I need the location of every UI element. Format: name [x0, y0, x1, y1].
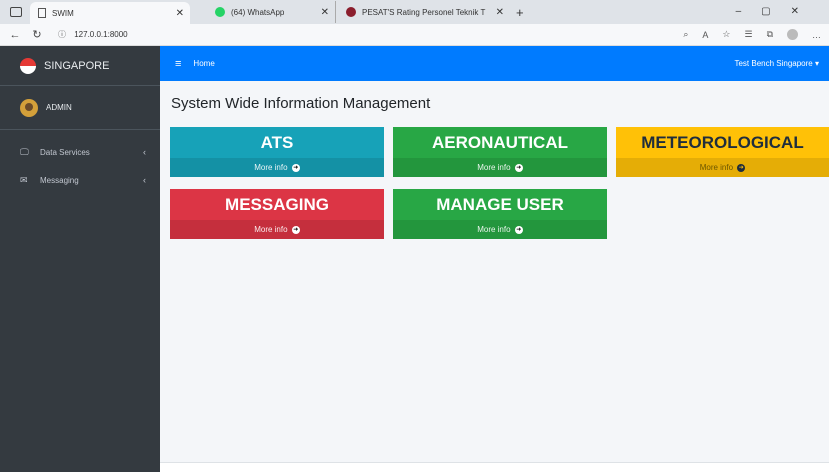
sidebar-item-messaging[interactable]: ✉ Messaging ‹ — [0, 168, 160, 192]
toolbar-icons: ⌕ A ☆ ☰ ⧉ … — [683, 29, 821, 40]
read-aloud-icon[interactable]: A — [702, 30, 708, 40]
manage-user-box: MANAGE USER More info ➜ — [393, 189, 607, 239]
sidebar-item-label: Data Services — [40, 147, 90, 157]
favorite-icon[interactable]: ☆ — [722, 29, 730, 40]
sidebar-item-data-services[interactable]: 🖵 Data Services ‹ — [0, 140, 160, 164]
browser-tab-pesat[interactable]: PESAT'S Rating Personel Teknik T ✕ — [335, 1, 510, 23]
sidebar-item-label: Messaging — [40, 175, 79, 185]
arrow-circle-right-icon: ➜ — [514, 225, 523, 234]
window-controls[interactable]: –▢✕ — [736, 6, 819, 17]
arrow-circle-right-icon: ➜ — [291, 225, 300, 234]
account-label: Test Bench Singapore — [734, 59, 813, 68]
menu-icon[interactable]: ≡ — [175, 58, 181, 70]
refresh-icon[interactable]: ↻ — [30, 28, 44, 41]
monitor-icon: 🖵 — [20, 147, 29, 157]
brand-text: SINGAPORE — [44, 59, 110, 72]
info-icon[interactable]: ⓘ — [58, 30, 66, 39]
user-name: ADMIN — [46, 103, 72, 112]
account-dropdown[interactable]: Test Bench Singapore ▾ — [734, 59, 819, 68]
more-info-link[interactable]: More info ➜ — [170, 220, 384, 239]
more-info-link[interactable]: More info ➜ — [393, 158, 607, 177]
messaging-box: MESSAGING More info ➜ — [170, 189, 384, 239]
user-panel[interactable]: ADMIN — [0, 86, 160, 130]
tab-label: PESAT'S Rating Personel Teknik T — [362, 7, 486, 17]
profile-icon[interactable] — [787, 29, 798, 40]
more-info-label: More info — [254, 163, 288, 172]
chevron-left-icon: ‹ — [143, 147, 146, 157]
ats-box: ATS More info ➜ — [170, 127, 384, 177]
whatsapp-icon — [215, 7, 225, 17]
page-footer — [160, 462, 829, 472]
url-field[interactable]: ⓘ 127.0.0.1:8000 — [58, 29, 128, 40]
box-title: MANAGE USER — [436, 195, 564, 214]
main-content: System Wide Information Management ATS M… — [160, 81, 829, 472]
more-info-link[interactable]: More info ➜ — [393, 220, 607, 239]
arrow-circle-right-icon: ➜ — [291, 163, 300, 172]
browser-tab-swim[interactable]: SWIM ✕ — [30, 2, 190, 24]
close-icon[interactable]: ✕ — [321, 7, 329, 18]
more-info-label: More info — [477, 225, 511, 234]
meteorological-box: METEOROLOGICAL More info ➜ — [616, 127, 829, 177]
box-title: METEOROLOGICAL — [641, 133, 804, 152]
new-tab-icon[interactable]: + — [516, 5, 524, 20]
aeronautical-box: AERONAUTICAL More info ➜ — [393, 127, 607, 177]
caret-down-icon: ▾ — [814, 59, 819, 68]
home-link[interactable]: Home — [193, 59, 214, 68]
box-title: MESSAGING — [225, 195, 329, 214]
arrow-circle-right-icon: ➜ — [737, 163, 746, 172]
tab-actions-icon[interactable] — [10, 7, 22, 17]
more-info-link[interactable]: More info ➜ — [616, 158, 829, 177]
close-icon[interactable]: ✕ — [496, 7, 504, 18]
collections-icon[interactable]: ⧉ — [767, 29, 773, 40]
more-info-label: More info — [477, 163, 511, 172]
favorites-list-icon[interactable]: ☰ — [744, 29, 752, 40]
more-icon[interactable]: … — [812, 30, 821, 40]
box-title: AERONAUTICAL — [432, 133, 568, 152]
arrow-circle-right-icon: ➜ — [514, 163, 523, 172]
sidebar: SINGAPORE ADMIN 🖵 Data Services ‹ ✉ Mess… — [0, 46, 160, 472]
chevron-left-icon: ‹ — [143, 175, 146, 185]
page-title: System Wide Information Management — [171, 95, 431, 112]
box-title: ATS — [260, 133, 294, 152]
search-icon[interactable]: ⌕ — [683, 29, 688, 40]
url-text: 127.0.0.1:8000 — [74, 30, 128, 39]
tab-label: (64) WhatsApp — [231, 7, 285, 17]
address-bar: ← ↻ ⓘ 127.0.0.1:8000 ⌕ A ☆ ☰ ⧉ … — [0, 24, 829, 46]
browser-tab-whatsapp[interactable]: (64) WhatsApp ✕ — [190, 1, 335, 23]
more-info-label: More info — [699, 163, 734, 172]
site-icon — [346, 7, 356, 17]
singapore-flag-icon — [20, 57, 36, 74]
brand-link[interactable]: SINGAPORE — [0, 46, 160, 86]
more-info-link[interactable]: More info ➜ — [170, 158, 384, 177]
close-icon[interactable]: ✕ — [176, 8, 184, 19]
page-icon — [38, 8, 46, 18]
top-navbar: ≡ Home Test Bench Singapore ▾ — [160, 46, 829, 81]
tab-label: SWIM — [52, 8, 74, 18]
avatar — [20, 98, 38, 117]
more-info-label: More info — [254, 225, 288, 234]
envelope-icon: ✉ — [20, 175, 28, 185]
browser-tab-strip: SWIM ✕ (64) WhatsApp ✕ PESAT'S Rating Pe… — [0, 0, 829, 24]
back-icon[interactable]: ← — [8, 29, 22, 41]
